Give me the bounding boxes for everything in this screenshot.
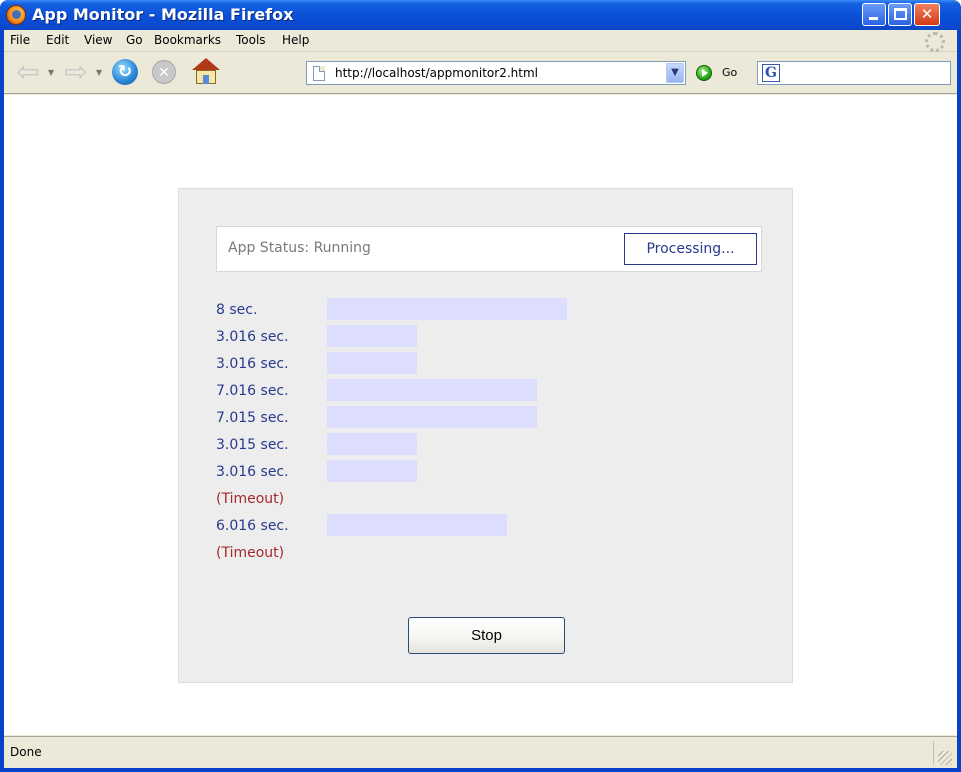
status-bar: Done — [4, 736, 957, 768]
menu-bookmarks[interactable]: Bookmarks — [154, 33, 221, 47]
response-time-label: 3.016 sec. — [216, 329, 289, 345]
response-row: 7.015 sec. — [216, 405, 776, 432]
app-status-box: App Status: Running Processing... — [216, 226, 762, 272]
back-button[interactable]: ⇦ — [12, 57, 44, 87]
home-button[interactable] — [190, 57, 222, 87]
response-time-label: 3.015 sec. — [216, 437, 289, 453]
response-time-bar — [327, 325, 417, 347]
url-bar[interactable]: http://localhost/appmonitor2.html ▼ — [306, 61, 686, 85]
response-time-bar — [327, 352, 417, 374]
window-title: App Monitor - Mozilla Firefox — [32, 5, 294, 24]
reload-button[interactable]: ↻ — [109, 57, 141, 87]
menu-help[interactable]: Help — [282, 33, 309, 47]
navigation-toolbar: ⇦ ▼ ⇨ ▼ ↻ ✕ http://localhost/appmonitor2… — [4, 52, 957, 94]
menu-bar: File Edit View Go Bookmarks Tools Help — [4, 30, 957, 52]
browser-frame: File Edit View Go Bookmarks Tools Help ⇦… — [4, 30, 957, 768]
forward-history-dropdown-icon[interactable]: ▼ — [96, 68, 102, 77]
close-button[interactable]: ✕ — [914, 3, 940, 26]
minimize-button[interactable] — [862, 3, 886, 26]
status-divider — [933, 741, 934, 765]
throbber-icon — [925, 32, 945, 52]
response-time-bar — [327, 406, 537, 428]
response-time-bar — [327, 460, 417, 482]
response-time-label: 3.016 sec. — [216, 356, 289, 372]
browser-window: App Monitor - Mozilla Firefox ✕ File Edi… — [0, 0, 961, 772]
response-time-label: 7.016 sec. — [216, 383, 289, 399]
menu-tools[interactable]: Tools — [236, 33, 266, 47]
response-time-bar — [327, 433, 417, 455]
response-time-label: 3.016 sec. — [216, 464, 289, 480]
firefox-icon — [6, 5, 26, 25]
resize-grip-icon[interactable] — [938, 751, 952, 765]
page-viewport: App Status: Running Processing... 8 sec.… — [4, 95, 957, 735]
menu-view[interactable]: View — [84, 33, 112, 47]
response-row: 3.015 sec. — [216, 432, 776, 459]
back-arrow-icon: ⇦ — [16, 55, 40, 88]
response-row: 3.016 sec. — [216, 324, 776, 351]
response-row: 7.016 sec. — [216, 378, 776, 405]
forward-button[interactable]: ⇨ — [60, 57, 92, 87]
response-time-bar — [327, 298, 567, 320]
menu-go[interactable]: Go — [126, 33, 143, 47]
forward-arrow-icon: ⇨ — [64, 55, 88, 88]
response-row: (Timeout) — [216, 486, 776, 513]
stop-load-button[interactable]: ✕ — [148, 57, 180, 87]
menu-edit[interactable]: Edit — [46, 33, 69, 47]
app-monitor-panel: App Status: Running Processing... 8 sec.… — [178, 188, 793, 683]
response-time-bar — [327, 379, 537, 401]
stop-load-icon: ✕ — [152, 60, 176, 84]
stop-button[interactable]: Stop — [408, 617, 565, 654]
go-button-label[interactable]: Go — [722, 66, 737, 79]
go-icon[interactable] — [696, 65, 712, 81]
response-row: 6.016 sec. — [216, 513, 776, 540]
google-icon[interactable]: G — [762, 64, 780, 82]
status-text: Done — [10, 745, 42, 759]
reload-icon: ↻ — [112, 59, 138, 85]
minimize-icon — [869, 17, 878, 20]
timeout-label: (Timeout) — [216, 491, 285, 507]
search-box[interactable]: G — [757, 61, 951, 85]
app-status-text: App Status: Running — [228, 240, 371, 256]
menu-file[interactable]: File — [10, 33, 30, 47]
response-row: 3.016 sec. — [216, 459, 776, 486]
response-time-bar — [327, 514, 507, 536]
response-row: 8 sec. — [216, 297, 776, 324]
page-icon — [313, 66, 325, 81]
maximize-button[interactable] — [888, 3, 912, 26]
response-time-label: 8 sec. — [216, 302, 258, 318]
response-time-label: 6.016 sec. — [216, 518, 289, 534]
maximize-icon — [894, 8, 907, 20]
timeout-label: (Timeout) — [216, 545, 285, 561]
response-row: 3.016 sec. — [216, 351, 776, 378]
processing-indicator: Processing... — [624, 233, 757, 265]
response-list: 8 sec. 3.016 sec. 3.016 sec. 7.016 sec. 7.01… — [216, 297, 776, 567]
response-time-label: 7.015 sec. — [216, 410, 289, 426]
title-bar[interactable]: App Monitor - Mozilla Firefox ✕ — [0, 0, 961, 30]
back-history-dropdown-icon[interactable]: ▼ — [48, 68, 54, 77]
response-row: (Timeout) — [216, 540, 776, 567]
url-text[interactable]: http://localhost/appmonitor2.html — [335, 66, 538, 80]
url-dropdown-icon[interactable]: ▼ — [666, 63, 684, 83]
